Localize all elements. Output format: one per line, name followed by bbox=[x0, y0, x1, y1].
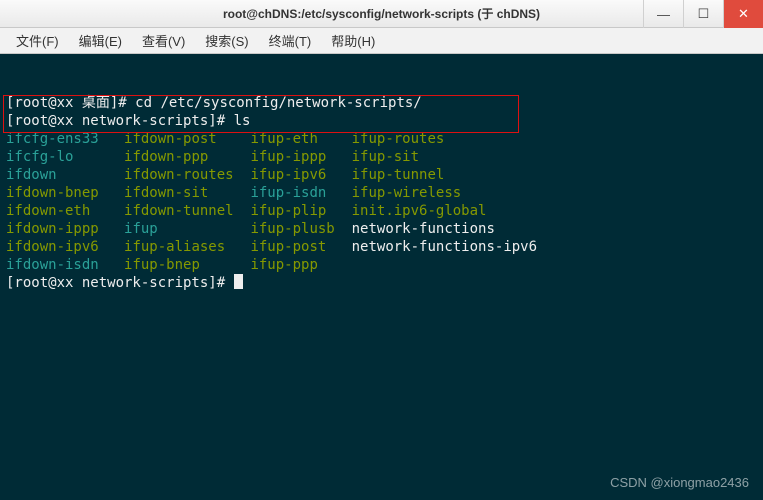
file-entry: ifup-ppp bbox=[250, 257, 351, 273]
file-entry: ifdown-ippp bbox=[6, 221, 124, 237]
maximize-button[interactable]: ☐ bbox=[683, 0, 723, 28]
cursor bbox=[234, 274, 243, 289]
terminal-line: ifcfg-lo ifdown-ppp ifup-ippp ifup-sit bbox=[6, 148, 757, 166]
command: ls bbox=[234, 113, 251, 129]
file-entry: ifup-tunnel bbox=[352, 167, 445, 183]
terminal-line: ifdown-eth ifdown-tunnel ifup-plip init.… bbox=[6, 202, 757, 220]
menu-terminal[interactable]: 终端(T) bbox=[259, 31, 322, 50]
file-entry: ifdown-post bbox=[124, 131, 250, 147]
menu-edit[interactable]: 编辑(E) bbox=[69, 31, 132, 50]
file-entry: ifdown-ppp bbox=[124, 149, 250, 165]
file-entry: ifdown-routes bbox=[124, 167, 250, 183]
file-entry: ifup-ipv6 bbox=[250, 167, 351, 183]
terminal-area[interactable]: [root@xx 桌面]# cd /etc/sysconfig/network-… bbox=[0, 54, 763, 296]
file-entry: ifup-bnep bbox=[124, 257, 250, 273]
menubar: 文件(F) 编辑(E) 查看(V) 搜索(S) 终端(T) 帮助(H) bbox=[0, 28, 763, 54]
terminal-line: ifdown-bnep ifdown-sit ifup-isdn ifup-wi… bbox=[6, 184, 757, 202]
terminal-line: [root@xx 桌面]# cd /etc/sysconfig/network-… bbox=[6, 94, 757, 112]
file-entry: init.ipv6-global bbox=[352, 203, 487, 219]
terminal-line: ifdown-ippp ifup ifup-plusb network-func… bbox=[6, 220, 757, 238]
prompt: [root@xx network-scripts]# bbox=[6, 275, 234, 291]
file-entry: ifdown bbox=[6, 167, 124, 183]
file-entry: ifup-plip bbox=[250, 203, 351, 219]
window-title: root@chDNS:/etc/sysconfig/network-script… bbox=[223, 5, 540, 22]
file-entry: ifup-routes bbox=[352, 131, 445, 147]
prompt: [root@xx 桌面]# bbox=[6, 95, 135, 111]
file-entry: network-functions-ipv6 bbox=[352, 239, 537, 255]
file-entry: ifdown-isdn bbox=[6, 257, 124, 273]
file-entry: ifup bbox=[124, 221, 250, 237]
file-entry: ifdown-bnep bbox=[6, 185, 124, 201]
file-entry: ifup-wireless bbox=[352, 185, 462, 201]
window-controls: — ☐ ✕ bbox=[643, 0, 763, 28]
minimize-button[interactable]: — bbox=[643, 0, 683, 28]
command: cd /etc/sysconfig/network-scripts/ bbox=[135, 95, 422, 111]
menu-search[interactable]: 搜索(S) bbox=[195, 31, 258, 50]
menu-file[interactable]: 文件(F) bbox=[6, 31, 69, 50]
file-entry: ifup-post bbox=[250, 239, 351, 255]
file-entry: ifup-eth bbox=[250, 131, 351, 147]
menu-view[interactable]: 查看(V) bbox=[132, 31, 195, 50]
prompt: [root@xx network-scripts]# bbox=[6, 113, 234, 129]
terminal-line: [root@xx network-scripts]# ls bbox=[6, 112, 757, 130]
file-entry: ifup-ippp bbox=[250, 149, 351, 165]
watermark: CSDN @xiongmao2436 bbox=[610, 475, 749, 490]
terminal-line: ifdown-ipv6 ifup-aliases ifup-post netwo… bbox=[6, 238, 757, 256]
file-entry: ifdown-sit bbox=[124, 185, 250, 201]
close-button[interactable]: ✕ bbox=[723, 0, 763, 28]
file-entry: ifdown-ipv6 bbox=[6, 239, 124, 255]
menu-help[interactable]: 帮助(H) bbox=[321, 31, 385, 50]
terminal-line: ifcfg-ens33 ifdown-post ifup-eth ifup-ro… bbox=[6, 130, 757, 148]
terminal-line: ifdown ifdown-routes ifup-ipv6 ifup-tunn… bbox=[6, 166, 757, 184]
file-entry: ifup-sit bbox=[352, 149, 419, 165]
file-entry: ifup-plusb bbox=[250, 221, 351, 237]
file-entry: ifup-isdn bbox=[250, 185, 351, 201]
file-entry: ifcfg-lo bbox=[6, 149, 124, 165]
file-entry: ifdown-eth bbox=[6, 203, 124, 219]
terminal-line: [root@xx network-scripts]# bbox=[6, 274, 757, 292]
titlebar: root@chDNS:/etc/sysconfig/network-script… bbox=[0, 0, 763, 28]
terminal-line: ifdown-isdn ifup-bnep ifup-ppp bbox=[6, 256, 757, 274]
file-entry: ifdown-tunnel bbox=[124, 203, 250, 219]
file-entry: ifup-aliases bbox=[124, 239, 250, 255]
file-entry: ifcfg-ens33 bbox=[6, 131, 124, 147]
file-entry: network-functions bbox=[352, 221, 495, 237]
